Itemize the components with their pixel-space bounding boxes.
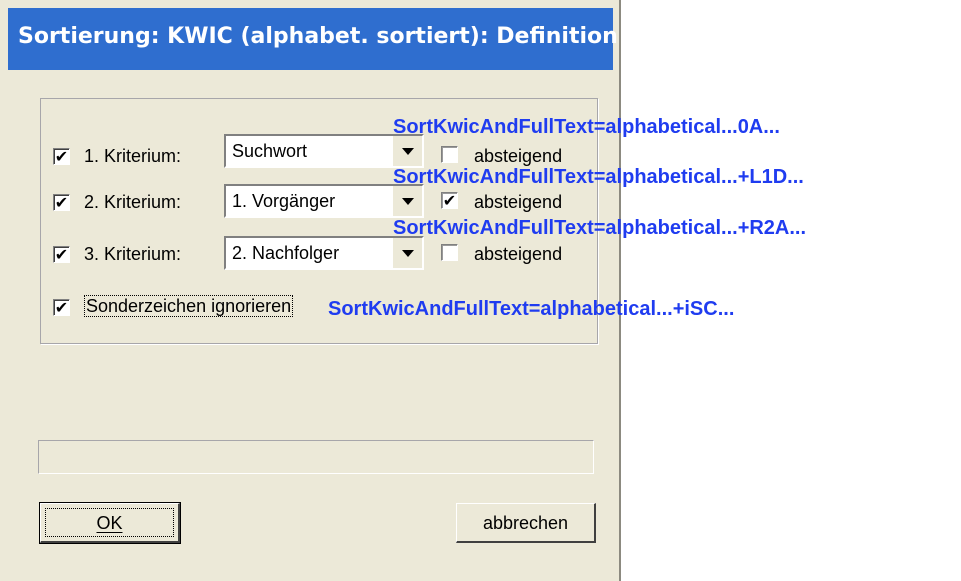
cancel-button-label: abbrechen bbox=[482, 513, 569, 533]
criterion-1-descending-checkbox[interactable] bbox=[441, 146, 458, 163]
ignore-special-label[interactable]: Sonderzeichen ignorieren bbox=[84, 295, 294, 317]
criterion-row-3: ✔ 3. Kriterium: 2. Nachfolger absteigend bbox=[0, 236, 621, 276]
overlay-text-4: SortKwicAndFullText=alphabetical...+iSC.… bbox=[328, 298, 735, 320]
criterion-1-checkbox[interactable]: ✔ bbox=[53, 148, 70, 165]
progress-bar bbox=[38, 440, 594, 474]
dialog-title: Sortierung: KWIC (alphabet. sortiert): D… bbox=[18, 24, 618, 49]
overlay-text-3: SortKwicAndFullText=alphabetical...+R2A.… bbox=[393, 217, 807, 239]
criterion-2-label: 2. Kriterium: bbox=[84, 192, 182, 212]
sort-definition-dialog: Sortierung: KWIC (alphabet. sortiert): D… bbox=[0, 0, 621, 581]
overlay-text-1: SortKwicAndFullText=alphabetical...0A... bbox=[393, 116, 780, 138]
criterion-2-descending-checkbox[interactable]: ✔ bbox=[441, 192, 458, 209]
chevron-down-icon[interactable] bbox=[392, 238, 422, 268]
ignore-special-checkbox[interactable]: ✔ bbox=[53, 299, 70, 316]
criterion-3-label: 3. Kriterium: bbox=[84, 244, 182, 264]
chevron-down-icon[interactable] bbox=[392, 186, 422, 216]
criterion-2-select[interactable]: 1. Vorgänger bbox=[224, 184, 424, 218]
ignore-special-label-text: Sonderzeichen ignorieren bbox=[84, 295, 294, 317]
criterion-1-descending-label: absteigend bbox=[474, 146, 563, 166]
overlay-text-2: SortKwicAndFullText=alphabetical...+L1D.… bbox=[393, 166, 804, 188]
criterion-3-select[interactable]: 2. Nachfolger bbox=[224, 236, 424, 270]
criterion-2-value: 1. Vorgänger bbox=[232, 191, 336, 211]
cancel-button[interactable]: abbrechen bbox=[456, 503, 596, 543]
chevron-down-icon[interactable] bbox=[392, 136, 422, 166]
criterion-3-value: 2. Nachfolger bbox=[232, 243, 340, 263]
title-bar[interactable]: Sortierung: KWIC (alphabet. sortiert): D… bbox=[8, 8, 618, 70]
criterion-3-descending-label: absteigend bbox=[474, 244, 563, 264]
criterion-1-label: 1. Kriterium: bbox=[84, 146, 182, 166]
criterion-1-select[interactable]: Suchwort bbox=[224, 134, 424, 168]
criterion-2-descending-label: absteigend bbox=[474, 192, 563, 212]
ok-button[interactable]: OK bbox=[39, 502, 181, 544]
criterion-3-descending-checkbox[interactable] bbox=[441, 244, 458, 261]
criterion-2-checkbox[interactable]: ✔ bbox=[53, 194, 70, 211]
criterion-1-value: Suchwort bbox=[232, 141, 308, 161]
criterion-3-checkbox[interactable]: ✔ bbox=[53, 246, 70, 263]
focus-rect bbox=[45, 508, 174, 537]
